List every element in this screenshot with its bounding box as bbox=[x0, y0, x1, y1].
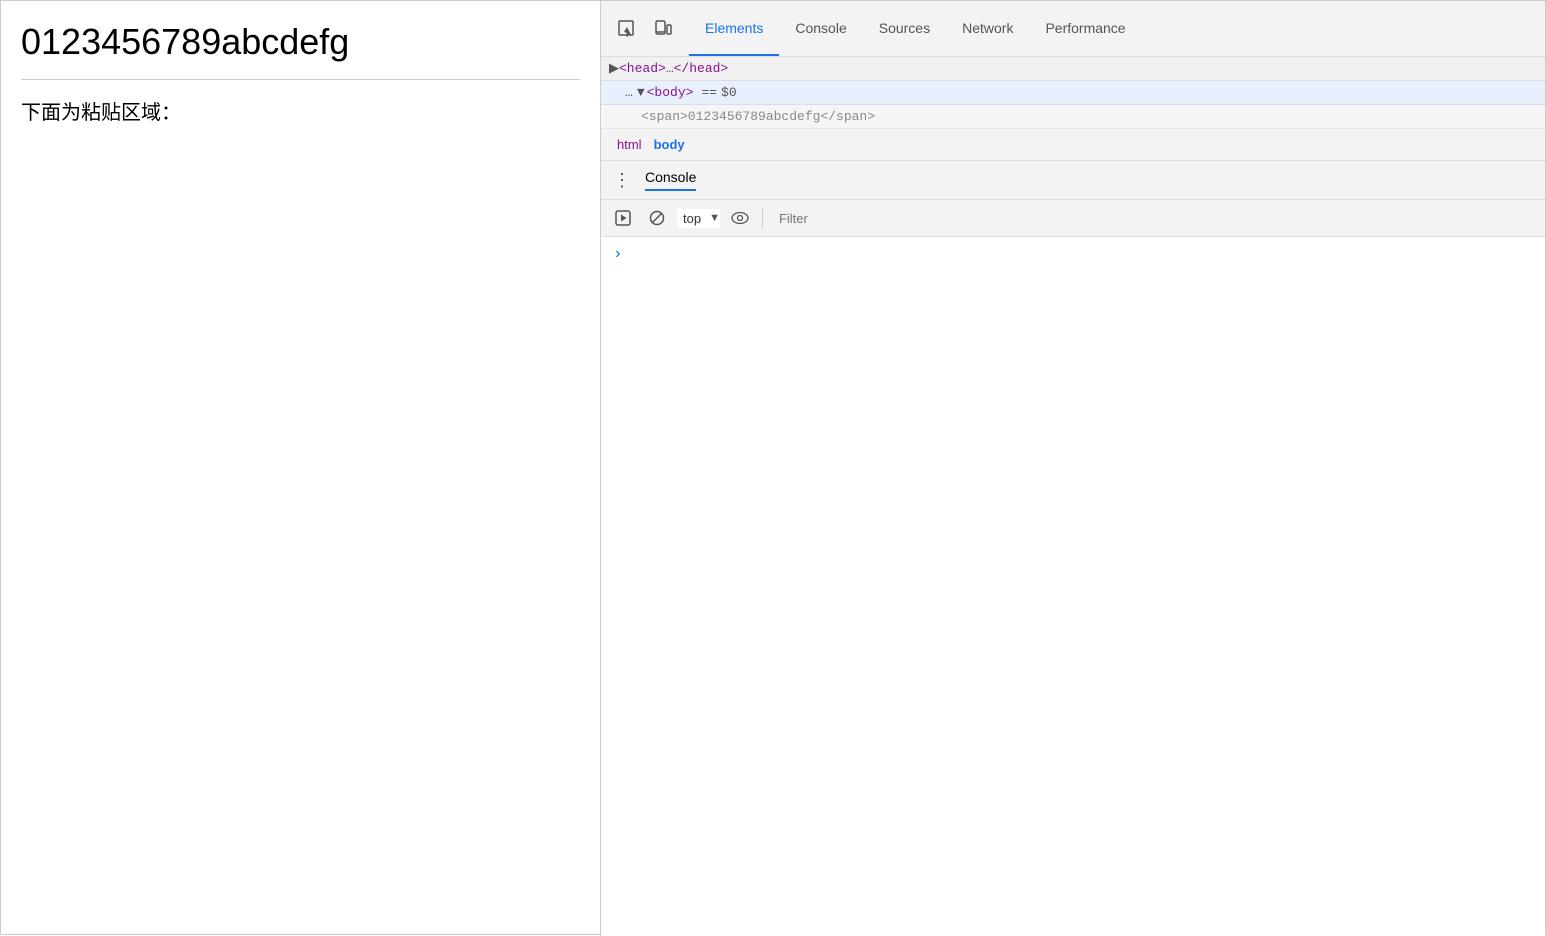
console-context-arrow: ▼ bbox=[709, 212, 720, 224]
console-prompt[interactable]: › bbox=[613, 245, 623, 263]
devtools-panel: Elements Console Sources Network Perform… bbox=[601, 1, 1545, 936]
console-content-area[interactable]: › bbox=[601, 237, 1545, 936]
console-eye-button[interactable] bbox=[726, 204, 754, 232]
tab-elements[interactable]: Elements bbox=[689, 1, 779, 56]
webpage-divider bbox=[21, 79, 580, 80]
elements-selected-row[interactable]: … ▼ <body> == $0 bbox=[601, 81, 1545, 105]
tab-sources[interactable]: Sources bbox=[863, 1, 946, 56]
console-run-button[interactable] bbox=[609, 204, 637, 232]
breadcrumb-bar: html body bbox=[601, 129, 1545, 161]
tab-network[interactable]: Network bbox=[946, 1, 1029, 56]
webpage-subtitle: 下面为粘贴区域： bbox=[21, 96, 580, 125]
console-toolbar: top ▼ bbox=[601, 200, 1545, 237]
console-header: ⋮ Console bbox=[601, 161, 1545, 200]
devtools-tabs: Elements Console Sources Network Perform… bbox=[689, 1, 1142, 56]
console-filter-input[interactable] bbox=[771, 207, 1537, 230]
webpage-title: 0123456789abcdefg bbox=[21, 21, 580, 63]
tab-performance[interactable]: Performance bbox=[1029, 1, 1141, 56]
tab-console[interactable]: Console bbox=[779, 1, 862, 56]
webpage-panel: 0123456789abcdefg 下面为粘贴区域： bbox=[1, 1, 601, 936]
elements-snippet-row: <span>0123456789abcdefg</span> bbox=[601, 105, 1545, 129]
console-context-label: top bbox=[677, 209, 707, 228]
elements-head-line: ▶ <head> … </head> bbox=[601, 57, 1545, 81]
console-toolbar-divider bbox=[762, 208, 763, 228]
device-toggle-button[interactable] bbox=[645, 11, 681, 47]
devtools-toolbar: Elements Console Sources Network Perform… bbox=[601, 1, 1545, 57]
console-context-selector[interactable]: top ▼ bbox=[677, 209, 720, 228]
inspect-icon-button[interactable] bbox=[609, 11, 645, 47]
console-menu-dots[interactable]: ⋮ bbox=[613, 170, 633, 191]
breadcrumb-html[interactable]: html bbox=[613, 135, 646, 154]
console-title: Console bbox=[645, 169, 696, 191]
breadcrumb-body[interactable]: body bbox=[650, 135, 689, 154]
console-clear-button[interactable] bbox=[643, 204, 671, 232]
